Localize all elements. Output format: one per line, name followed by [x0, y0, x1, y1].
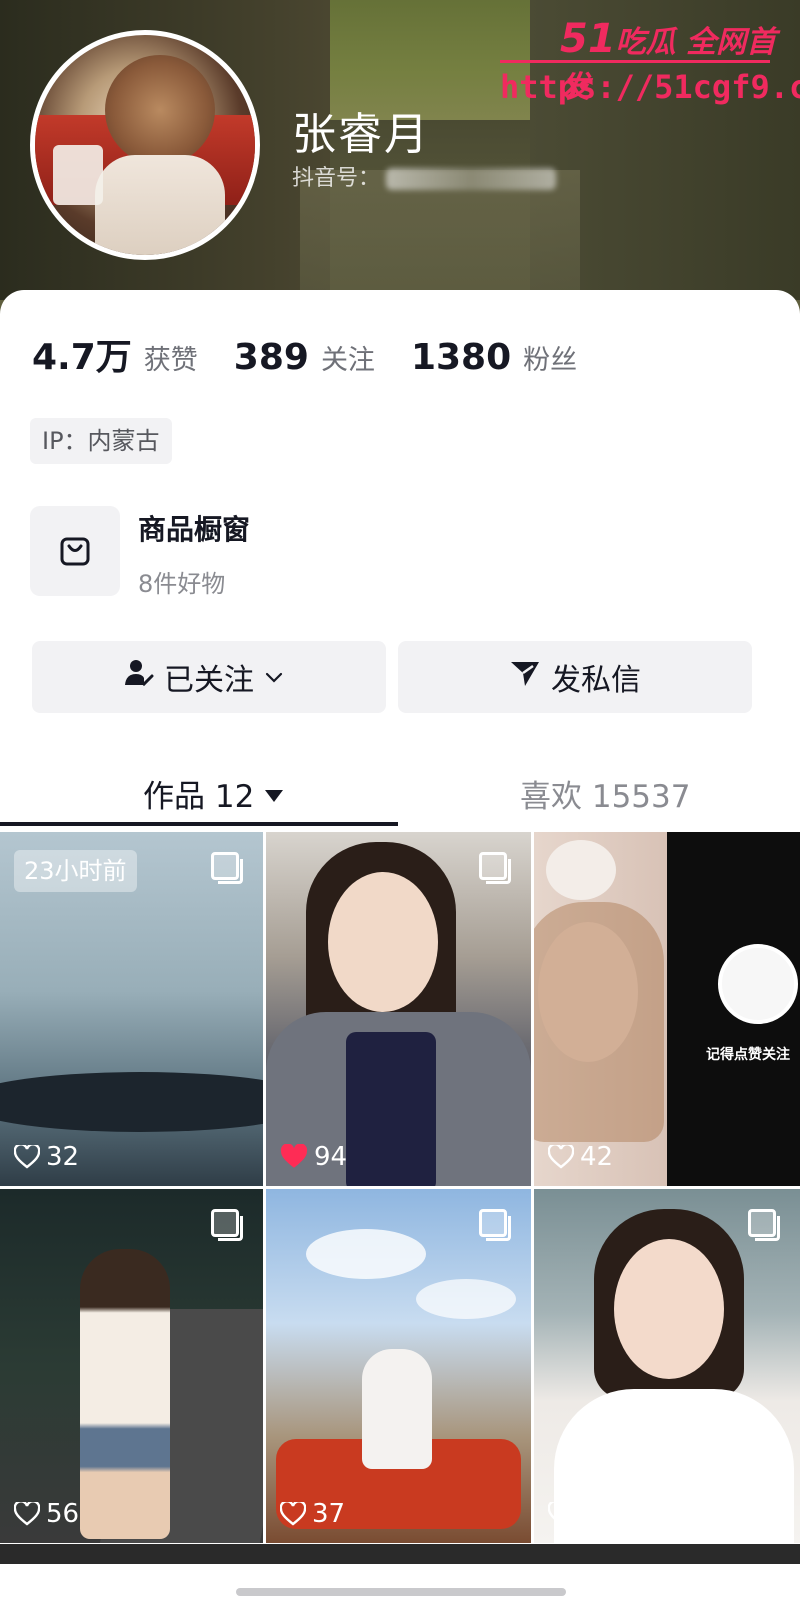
thumbnail-face [614, 1239, 724, 1379]
watermark-brand-number: 51 [560, 16, 616, 62]
thumbnail-person [80, 1249, 170, 1539]
heart-icon [280, 1502, 306, 1526]
caret-down-icon [264, 775, 284, 811]
multi-image-icon [479, 852, 511, 884]
heart-icon [548, 1145, 574, 1169]
tab-works[interactable]: 作品 12 [143, 768, 284, 818]
thumbnail-cloud [416, 1279, 516, 1319]
sticker-avatar [718, 944, 798, 1024]
ip-location-tag: IP：内蒙古 [30, 418, 172, 464]
home-bar-area [0, 1564, 800, 1608]
post-thumbnail[interactable]: 81 [534, 1189, 800, 1543]
person-check-icon [124, 658, 164, 696]
shop-title: 商品橱窗 [138, 513, 251, 546]
chevron-down-icon [264, 660, 294, 695]
multi-image-icon [211, 852, 243, 884]
next-row-peek [0, 1544, 800, 1564]
post-like-count: 32 [14, 1142, 79, 1172]
thumbnail-hair [534, 902, 664, 1142]
post-like-count: 81 [548, 1499, 613, 1529]
douyin-id[interactable]: 抖音号： [292, 160, 557, 192]
post-time-badge: 23小时前 [14, 850, 137, 892]
like-count: 37 [312, 1499, 346, 1529]
douyin-id-blurred [386, 168, 557, 190]
stats-row: 4.7万 获赞 389 关注 1380 粉丝 [32, 328, 613, 378]
stat-value: 4.7万 [32, 337, 132, 378]
stat-value: 1380 [410, 337, 512, 378]
profile-name: 张睿月 [292, 109, 430, 160]
heart-icon [548, 1502, 574, 1526]
thumbnail-dashboard [0, 1072, 263, 1132]
thumbnail-face [328, 872, 438, 1012]
posts-grid: 23小时前 32 94 记得点赞关注 42 56 37 81 [0, 832, 800, 1572]
avatar-hair [105, 55, 215, 165]
tab-works-label: 作品 12 [143, 778, 255, 815]
multi-image-icon [211, 1209, 243, 1241]
shopping-bag-icon [30, 506, 120, 596]
tab-active-indicator [0, 822, 398, 826]
shop-subtitle: 8件好物 [138, 570, 226, 598]
shop-window-entry[interactable]: 商品橱窗 8件好物 [30, 506, 770, 598]
stat-likes-received[interactable]: 4.7万 获赞 [32, 328, 198, 380]
thumbnail-plush-toy [546, 840, 616, 900]
tab-likes[interactable]: 喜欢 15537 [520, 768, 690, 818]
avatar[interactable] [30, 30, 260, 260]
multi-image-icon [748, 1209, 780, 1241]
post-like-count: 56 [14, 1499, 79, 1529]
home-indicator[interactable] [236, 1588, 566, 1596]
stat-label: 粉丝 [523, 345, 578, 376]
heart-icon [14, 1502, 40, 1526]
watermark-url: https://51cgf9.com [500, 68, 800, 106]
douyin-id-label: 抖音号： [292, 166, 381, 191]
following-button[interactable]: 已关注 [32, 641, 386, 713]
like-count: 42 [580, 1142, 614, 1172]
message-button-label: 发私信 [551, 663, 641, 698]
post-thumbnail[interactable]: 56 [0, 1189, 263, 1543]
thumbnail-person [362, 1349, 432, 1469]
post-like-count: 94 [280, 1142, 347, 1172]
post-thumbnail[interactable]: 23小时前 32 [0, 832, 263, 1186]
thumbnail-dress [346, 1032, 436, 1186]
stat-following[interactable]: 389 关注 [234, 337, 375, 378]
like-count: 32 [46, 1142, 80, 1172]
like-count: 56 [46, 1499, 80, 1529]
like-count: 94 [314, 1142, 348, 1172]
avatar-body [95, 155, 225, 255]
watermark-line [500, 60, 770, 63]
post-thumbnail[interactable]: 94 [266, 832, 531, 1186]
avatar-cup [53, 145, 103, 205]
sticker-text: 记得点赞关注 [706, 1047, 790, 1063]
message-button[interactable]: 发私信 [398, 641, 752, 713]
post-like-count: 42 [548, 1142, 613, 1172]
multi-image-icon [479, 1209, 511, 1241]
stat-label: 关注 [320, 345, 375, 376]
like-count: 81 [580, 1499, 614, 1529]
stat-followers[interactable]: 1380 粉丝 [411, 337, 577, 378]
thumbnail-cloud [306, 1229, 426, 1279]
following-button-label: 已关注 [164, 663, 254, 698]
post-like-count: 37 [280, 1499, 345, 1529]
stat-label: 获赞 [143, 345, 198, 376]
post-thumbnail[interactable]: 记得点赞关注 42 [534, 832, 800, 1186]
post-thumbnail[interactable]: 37 [266, 1189, 531, 1543]
profile-header: 张睿月 抖音号： 51吃瓜 全网首发 https://51cgf9.com [0, 0, 800, 340]
heart-icon [14, 1145, 40, 1169]
heart-icon [280, 1144, 308, 1168]
stat-value: 389 [233, 337, 309, 378]
send-icon [509, 658, 551, 696]
